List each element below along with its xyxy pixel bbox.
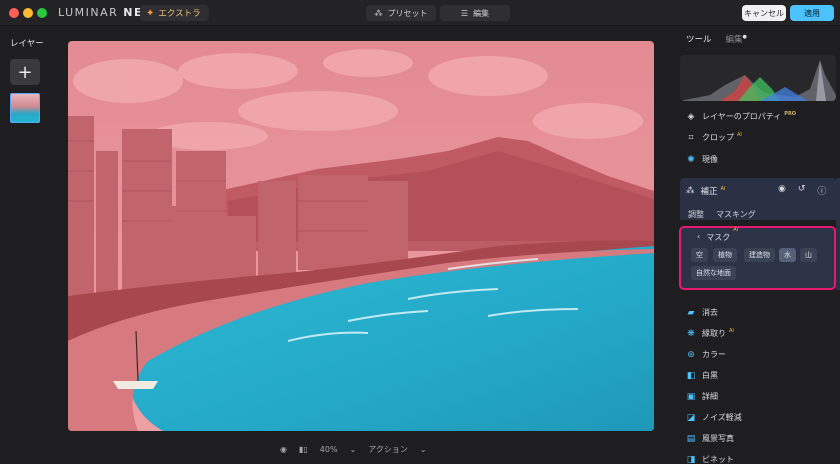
tool-landscape[interactable]: ▤ 風景写真 (686, 433, 734, 444)
layer-thumbnail[interactable] (10, 93, 40, 123)
tool-develop[interactable]: ✺ 現像 (686, 154, 718, 165)
magic-wand-icon: ⁂ (686, 186, 695, 196)
extras-button[interactable]: ✦ エクストラ (140, 5, 209, 21)
tool-erase[interactable]: ▰ 消去 (686, 307, 718, 318)
add-layer-button[interactable]: + (10, 59, 40, 85)
eraser-icon: ▰ (687, 307, 695, 318)
eye-icon[interactable]: ◉ (280, 445, 287, 454)
noise-icon: ◪ (686, 412, 696, 423)
sliders-icon: ☰ (460, 8, 469, 18)
cancel-button[interactable]: キャンセル (742, 5, 786, 21)
tool-noise-reduction[interactable]: ◪ ノイズ軽減 (686, 412, 742, 423)
enhance-actions: ◉ ↺ ⓘ (778, 184, 826, 197)
tool-crop[interactable]: ⌗ クロップ AI (686, 132, 741, 143)
close-window-button[interactable] (9, 8, 19, 18)
mask-chip-vegetation[interactable]: 植物 (713, 248, 737, 262)
enhance-panel-edge (836, 178, 840, 290)
tab-edit-history[interactable]: 編集● (726, 33, 747, 45)
tool-details[interactable]: ▣ 詳細 (686, 391, 718, 402)
eye-icon[interactable]: ◉ (778, 184, 786, 197)
landscape-icon: ▤ (686, 433, 696, 444)
apply-button[interactable]: 適用 (790, 5, 834, 21)
photo-canvas[interactable] (68, 41, 654, 431)
mode-tabs: ⁂ プリセット ☰ 編集 (366, 5, 510, 21)
bw-icon: ◧ (686, 370, 696, 381)
title-bar: LUMINAR NEO ✦ エクストラ ⁂ プリセット ☰ 編集 キャンセル 適… (0, 0, 840, 26)
mask-chip-mountains[interactable]: 山 (800, 248, 817, 262)
zoom-window-button[interactable] (37, 8, 47, 18)
tool-color[interactable]: ⊛ カラー (686, 349, 726, 360)
minimize-window-button[interactable] (23, 8, 33, 18)
mask-chip-architecture[interactable]: 建造物 (744, 248, 775, 262)
undo-icon[interactable]: ↺ (798, 184, 806, 197)
info-icon[interactable]: ⓘ (817, 184, 826, 197)
mask-header[interactable]: ‹ マスク AI (697, 227, 738, 243)
enhance-subtabs: 調整 マスキング (688, 209, 756, 220)
tool-bw[interactable]: ◧ 白黒 (686, 370, 718, 381)
sparkle-icon: ⁂ (374, 8, 383, 18)
chevron-down-icon: ⌄ (419, 445, 427, 454)
canvas-toolbar: ◉ ▮▯ 40% ⌄ アクション ⌄ (280, 444, 427, 455)
histogram (680, 55, 836, 101)
tool-layer-properties[interactable]: ◈ レイヤーのプロパティ PRO (686, 111, 797, 122)
actions-menu[interactable]: アクション (368, 444, 408, 455)
color-icon: ⊛ (687, 349, 695, 360)
sun-icon: ✺ (687, 154, 695, 165)
zoom-level[interactable]: 40% (320, 445, 338, 454)
mask-chip-water[interactable]: 水 (779, 248, 796, 262)
enhance-title[interactable]: ⁂ 補正 AI (686, 185, 725, 198)
tab-edit[interactable]: ☰ 編集 (440, 5, 510, 21)
vignette-icon: ◨ (686, 454, 696, 464)
chevron-down-icon: ⌄ (349, 445, 357, 454)
subtab-adjust[interactable]: 調整 (688, 209, 704, 220)
tool-vignette[interactable]: ◨ ビネット (686, 454, 734, 464)
mask-chip-natural-ground[interactable]: 自然な地面 (691, 266, 736, 280)
puzzle-icon: ✦ (146, 7, 155, 19)
details-icon: ▣ (686, 391, 696, 402)
chevron-left-icon: ‹ (697, 232, 701, 241)
crop-icon: ⌗ (688, 132, 694, 143)
right-panel-tabs: ツール 編集● (686, 33, 747, 45)
subtab-masking[interactable]: マスキング (716, 209, 756, 220)
layers-title: レイヤー (10, 39, 44, 49)
tab-presets[interactable]: ⁂ プリセット (366, 5, 436, 21)
structure-icon: ❋ (687, 328, 695, 339)
tool-structure[interactable]: ❋ 縁取り AI (686, 328, 734, 339)
mask-chip-sky[interactable]: 空 (691, 248, 708, 262)
tab-tools[interactable]: ツール (686, 33, 712, 45)
compare-icon[interactable]: ▮▯ (299, 445, 308, 454)
extras-label: エクストラ (158, 9, 201, 19)
layers-icon: ◈ (687, 111, 695, 122)
photo-image (68, 41, 654, 431)
